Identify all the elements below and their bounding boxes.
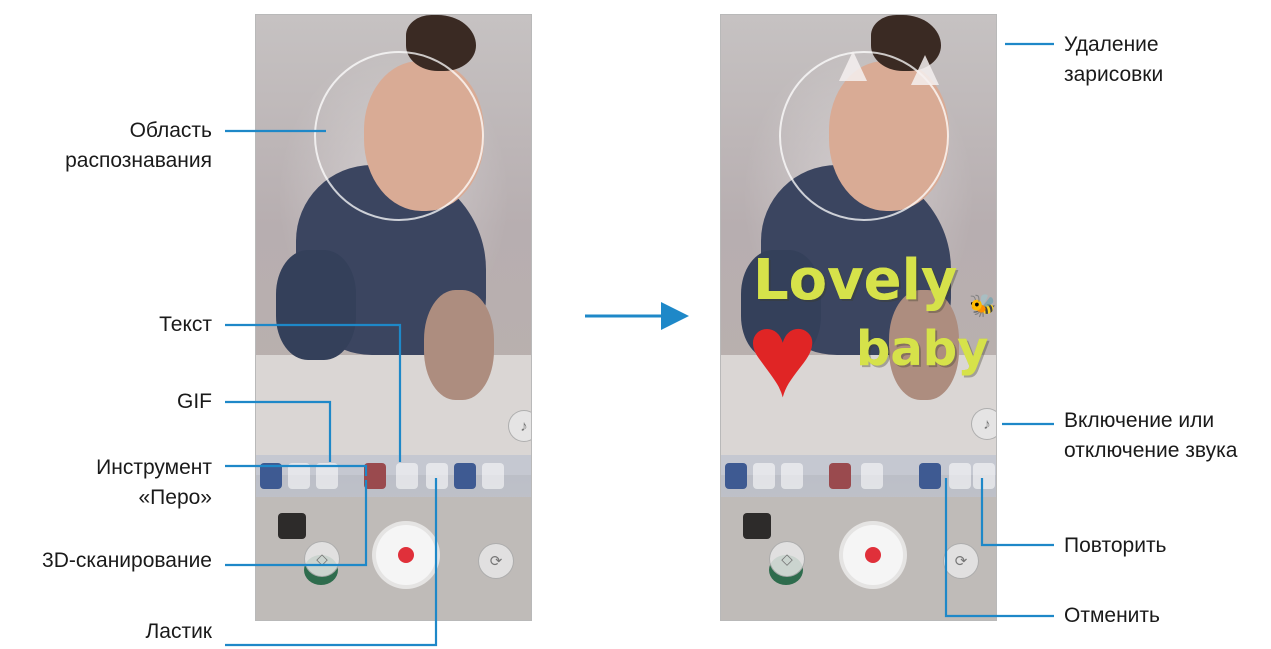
callout-gif: GIF	[177, 390, 212, 413]
callout-sound-toggle: Включение или отключение звука	[1064, 409, 1238, 462]
callout-text: Текст	[159, 313, 212, 336]
callout-undo: Отменить	[1064, 604, 1160, 627]
callout-pen-tool: Инструмент «Перо»	[96, 456, 212, 509]
transition-arrow	[585, 302, 689, 330]
callout-recognition-area: Область распознавания	[65, 119, 212, 172]
callout-delete-drawing: Удаление зарисовки	[1064, 33, 1164, 86]
callout-3d-scan: 3D-сканирование	[42, 549, 212, 572]
callout-eraser: Ластик	[145, 620, 213, 643]
callout-redo: Повторить	[1064, 534, 1167, 557]
